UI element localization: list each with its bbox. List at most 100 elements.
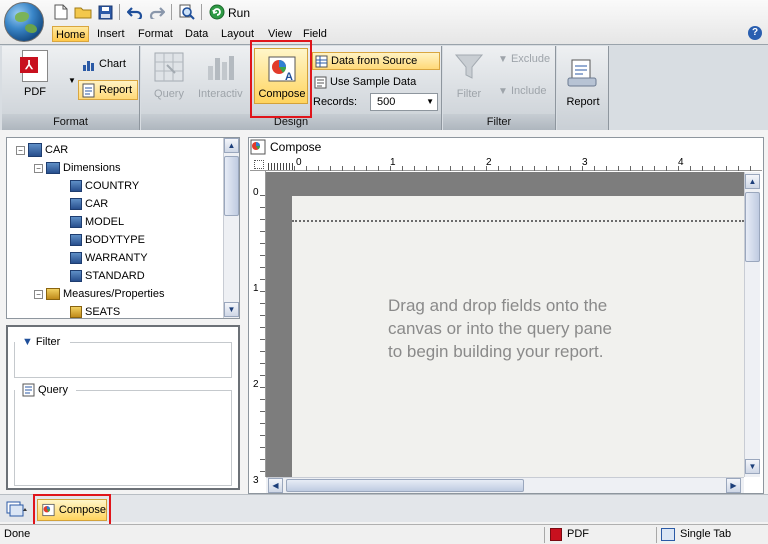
drop-hint-text: Drag and drop fields onto the canvas or … — [388, 294, 708, 363]
tree-node-car-root[interactable]: − CAR — [16, 141, 68, 159]
help-icon[interactable]: ? — [748, 26, 762, 40]
collapse-icon[interactable]: − — [34, 163, 43, 173]
tab-insert[interactable]: Insert — [94, 26, 128, 42]
pdf-dropdown-arrow-icon[interactable]: ▼ — [68, 76, 76, 85]
status-single-tab-label[interactable]: Single Tab — [680, 528, 731, 540]
include-button-label: Include — [510, 85, 547, 97]
save-icon[interactable] — [96, 3, 114, 21]
chart-format-button[interactable]: Chart — [80, 56, 136, 74]
globe-logo-icon[interactable] — [4, 2, 44, 42]
tree-item-model[interactable]: MODEL — [70, 213, 124, 231]
scroll-right-icon[interactable]: ▶ — [726, 478, 741, 493]
tree-node-dimensions[interactable]: − Dimensions — [34, 159, 120, 177]
field-label: BODYTYPE — [85, 234, 145, 246]
canvas-horizontal-scrollbar[interactable]: ◀ ▶ — [266, 477, 744, 493]
toolbar-separator — [119, 4, 120, 20]
scroll-down-icon[interactable]: ▼ — [224, 302, 239, 317]
exclude-funnel-icon: ▼ — [498, 54, 508, 65]
ruler-corner — [254, 160, 264, 169]
report-document-icon — [82, 83, 95, 98]
tree-item-bodytype[interactable]: BODYTYPE — [70, 231, 145, 249]
report-format-button[interactable]: Report — [78, 80, 138, 100]
field-label: MODEL — [85, 216, 125, 228]
tree-item-warranty[interactable]: WARRANTY — [70, 249, 148, 267]
field-label: SEATS — [85, 306, 121, 318]
cube-icon — [28, 143, 42, 157]
records-select[interactable]: 500 ▼ — [370, 93, 438, 111]
run-button-label[interactable]: Run — [228, 6, 250, 20]
search-magnifier-icon[interactable] — [178, 3, 196, 21]
tree-scrollbar[interactable]: ▲ ▼ — [223, 138, 239, 318]
scroll-up-icon[interactable]: ▲ — [745, 174, 760, 189]
group-label-format: Format — [2, 114, 139, 130]
horizontal-ruler: 0 1 2 3 4 — [250, 157, 762, 171]
tab-home[interactable]: Home — [52, 26, 90, 42]
scroll-thumb[interactable] — [745, 192, 760, 262]
records-label: Records: — [313, 96, 358, 108]
tree-item-car[interactable]: CAR — [70, 195, 108, 213]
field-icon — [70, 252, 82, 264]
field-label: COUNTRY — [85, 180, 140, 192]
pdf-format-icon[interactable]: ⅄ — [20, 50, 48, 82]
data-from-source-button[interactable]: Data from Source — [312, 52, 440, 70]
run-icon[interactable] — [208, 3, 226, 21]
field-icon — [70, 234, 82, 246]
toolbar-separator — [201, 4, 202, 20]
report-format-label: Report — [99, 84, 133, 96]
filter-drop-area[interactable] — [14, 342, 232, 378]
data-source-icon — [315, 55, 328, 68]
measures-icon — [46, 288, 60, 300]
status-pdf-label[interactable]: PDF — [567, 528, 589, 540]
scroll-up-icon[interactable]: ▲ — [224, 138, 239, 153]
measure-field-icon — [70, 306, 82, 318]
data-from-source-label: Data from Source — [331, 55, 418, 67]
scroll-left-icon[interactable]: ◀ — [268, 478, 283, 493]
compose-icon — [250, 139, 266, 155]
redo-icon[interactable] — [148, 3, 166, 21]
query-grid-icon — [154, 52, 184, 82]
scroll-thumb[interactable] — [286, 479, 524, 492]
collapse-icon[interactable]: − — [34, 289, 43, 299]
dimensions-label: Dimensions — [63, 162, 121, 174]
canvas-vertical-scrollbar[interactable]: ▲ ▼ — [744, 172, 760, 477]
exclude-button: ▼ Exclude — [498, 53, 550, 65]
report-run-label[interactable]: Report — [561, 96, 605, 108]
status-separator — [656, 527, 657, 543]
toolbar-separator — [171, 4, 172, 20]
chart-icon — [83, 61, 94, 71]
single-tab-icon — [661, 528, 675, 541]
query-drop-area[interactable] — [14, 390, 232, 486]
new-document-icon[interactable] — [52, 3, 70, 21]
scroll-down-icon[interactable]: ▼ — [745, 459, 760, 474]
chart-format-label: Chart — [99, 58, 126, 70]
use-sample-data-button[interactable]: Use Sample Data — [312, 74, 440, 92]
tree-item-seats[interactable]: SEATS — [70, 303, 120, 321]
tab-data[interactable]: Data — [182, 26, 211, 42]
ruler-label: 3 — [253, 475, 259, 486]
group-label-filter: Filter — [443, 114, 555, 130]
window-switch-icon[interactable] — [6, 500, 28, 518]
tree-item-standard[interactable]: STANDARD — [70, 267, 145, 285]
exclude-button-label: Exclude — [510, 53, 551, 65]
filter-funnel-icon — [454, 52, 484, 82]
tree-item-country[interactable]: COUNTRY — [70, 177, 139, 195]
tab-format[interactable]: Format — [135, 26, 176, 42]
field-label: WARRANTY — [85, 252, 148, 264]
field-label: STANDARD — [85, 270, 145, 282]
pdf-format-label[interactable]: PDF — [18, 86, 52, 98]
scroll-thumb[interactable] — [224, 156, 239, 216]
hint-line: canvas or into the query pane — [388, 319, 612, 338]
report-run-icon[interactable] — [566, 58, 600, 90]
undo-icon[interactable] — [126, 3, 144, 21]
ruler-ticks — [268, 163, 294, 170]
hint-line: Drag and drop fields onto the — [388, 296, 608, 315]
measures-label: Measures/Properties — [63, 288, 165, 300]
open-folder-icon[interactable] — [74, 3, 92, 21]
ruler-label: 2 — [253, 379, 259, 390]
bottom-tab-bar — [0, 494, 768, 522]
collapse-icon[interactable]: − — [16, 145, 25, 155]
compose-button-highlight — [250, 40, 312, 118]
tree-node-measures[interactable]: − Measures/Properties — [34, 285, 165, 303]
ruler-minor-ticks — [294, 166, 762, 171]
hint-line: to begin building your report. — [388, 342, 604, 361]
